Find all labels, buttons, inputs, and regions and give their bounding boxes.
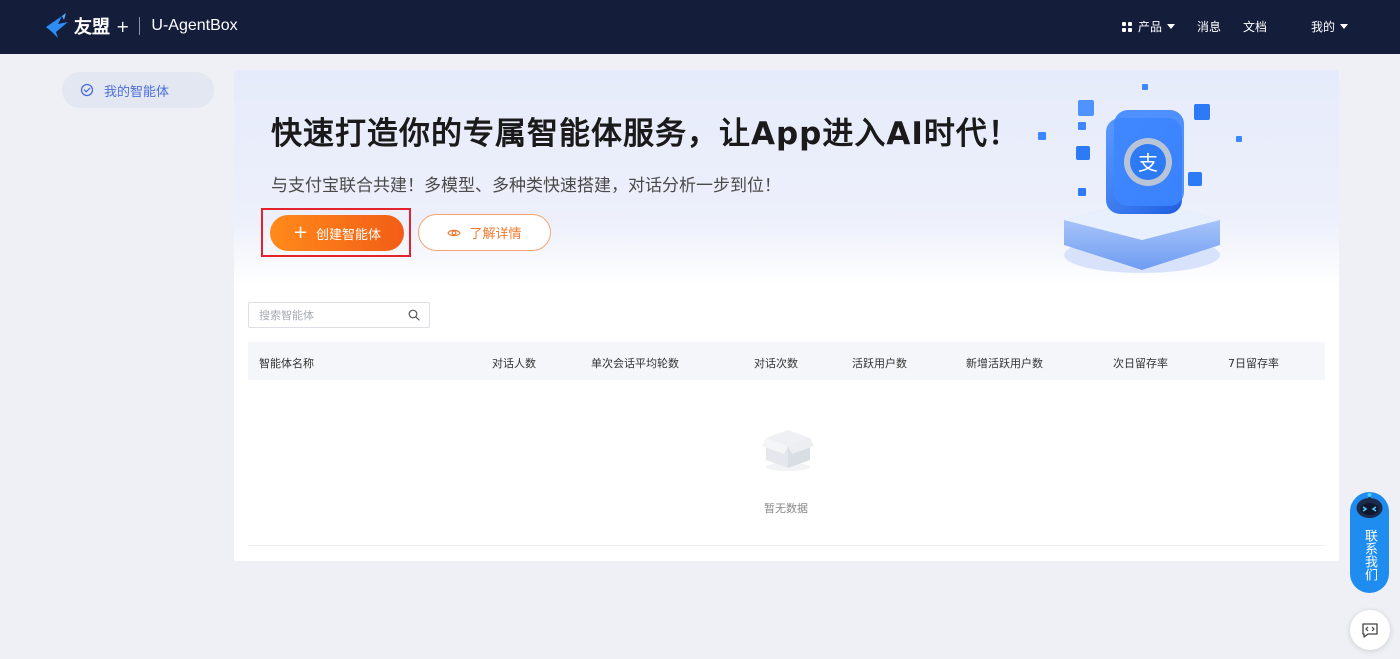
chevron-down-icon — [1340, 24, 1348, 29]
plus-icon: + — [292, 222, 309, 243]
search-box — [248, 302, 430, 328]
banner-title: 快速打造你的专属智能体服务，让App进入AI时代！ — [271, 116, 1020, 152]
robot-avatar-icon — [1356, 493, 1383, 518]
contact-us-label: 联系我们 — [1362, 529, 1377, 581]
contact-us-button[interactable]: 联系我们 — [1350, 492, 1389, 593]
column-header-users: 对话人数 — [492, 357, 536, 370]
alipay-cube-illustration: 支 — [1038, 84, 1242, 273]
top-nav-menu: 产品 消息 文档 我的 — [1121, 18, 1348, 35]
nav-docs-label: 文档 — [1242, 20, 1267, 34]
sidebar-item-my-agents[interactable]: 我的智能体 — [62, 72, 214, 108]
column-header-next-day-retention: 次日留存率 — [1113, 357, 1168, 370]
eye-icon — [447, 229, 462, 236]
top-nav-bar: 友盟 + U-AgentBox 产品 消息 文档 我的 — [0, 0, 1400, 54]
nav-mine-label: 我的 — [1310, 20, 1335, 34]
learn-more-button[interactable]: 了解详情 — [418, 214, 551, 251]
feedback-button[interactable] — [1350, 610, 1390, 650]
nav-messages[interactable]: 消息 — [1197, 18, 1221, 35]
logo[interactable]: 友盟 + U-AgentBox — [44, 12, 238, 40]
empty-box-icon — [762, 430, 814, 471]
promo-banner: 快速打造你的专属智能体服务，让App进入AI时代！ 与支付宝联合共建！多模型、多… — [234, 70, 1339, 286]
learn-more-label: 了解详情 — [469, 227, 522, 242]
create-agent-button[interactable]: + 创建智能体 — [270, 215, 404, 251]
nav-products-label: 产品 — [1137, 20, 1162, 34]
table-divider — [248, 545, 1325, 546]
nav-products[interactable]: 产品 — [1121, 18, 1175, 35]
empty-state-text: 暂无数据 — [764, 502, 808, 515]
grid-icon — [1121, 21, 1132, 32]
logo-divider — [139, 17, 141, 35]
brand-name: 友盟 — [74, 17, 110, 38]
chevron-down-icon — [1166, 24, 1175, 29]
nav-docs[interactable]: 文档 — [1243, 18, 1267, 35]
banner-subtitle: 与支付宝联合共建！多模型、多种类快速搭建，对话分析一步到位！ — [271, 176, 781, 196]
column-header-active-users: 活跃用户数 — [852, 357, 907, 370]
column-header-new-active-users: 新增活跃用户数 — [966, 357, 1043, 370]
nav-messages-label: 消息 — [1196, 20, 1221, 34]
column-header-name: 智能体名称 — [259, 357, 314, 370]
column-header-conversations: 对话次数 — [754, 357, 798, 370]
search-input[interactable] — [249, 303, 399, 327]
table-header: 智能体名称 对话人数 单次会话平均轮数 对话次数 活跃用户数 新增活跃用户数 次… — [248, 342, 1325, 380]
column-header-7day-retention: 7日留存率 — [1228, 357, 1279, 370]
nav-mine[interactable]: 我的 — [1311, 18, 1348, 35]
check-circle-icon — [80, 83, 94, 97]
column-header-avg-turns: 单次会话平均轮数 — [591, 357, 679, 370]
svg-text:支: 支 — [1138, 151, 1158, 175]
brand-plus: + — [116, 16, 130, 36]
create-agent-label: 创建智能体 — [316, 227, 382, 243]
search-icon[interactable] — [408, 309, 420, 321]
product-name: U-AgentBox — [151, 17, 238, 34]
sidebar-item-label: 我的智能体 — [104, 84, 170, 100]
umeng-bird-logo-icon — [46, 13, 68, 38]
main-panel: 快速打造你的专属智能体服务，让App进入AI时代！ 与支付宝联合共建！多模型、多… — [234, 70, 1339, 561]
chat-code-icon — [1362, 623, 1378, 638]
